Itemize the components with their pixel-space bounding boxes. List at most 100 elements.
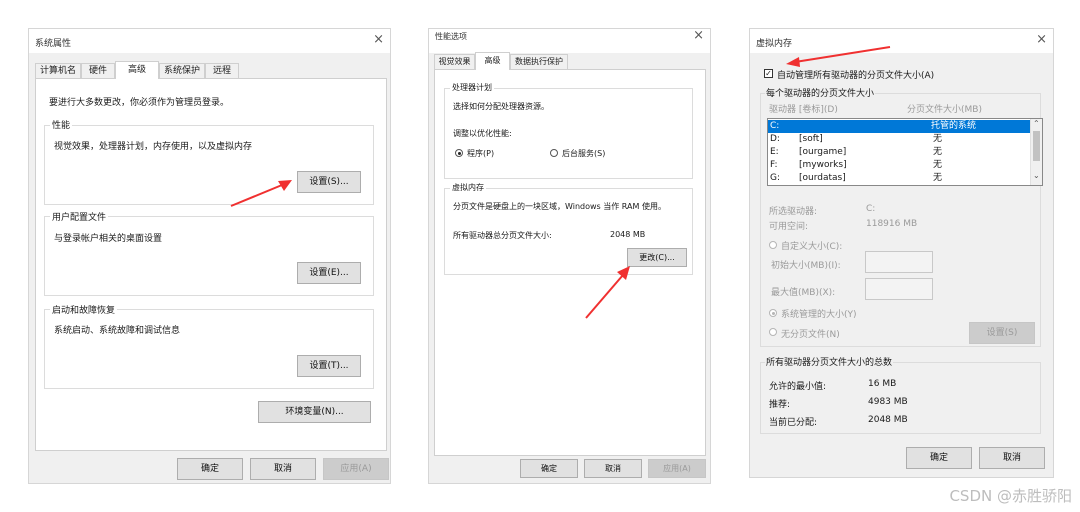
- drive-letter: D:: [770, 134, 780, 144]
- ok-button[interactable]: 确定: [177, 458, 243, 480]
- processor-scheduling-desc: 选择如何分配处理器资源。: [453, 102, 549, 111]
- system-managed-label: 系统管理的大小(Y): [781, 310, 857, 320]
- radio-custom-size[interactable]: [769, 241, 777, 249]
- list-item[interactable]: E: [ourgame] 无: [768, 146, 1030, 159]
- ok-button[interactable]: 确定: [520, 459, 578, 478]
- auto-manage-checkbox[interactable]: ✓: [764, 69, 773, 78]
- drive-label: [myworks]: [799, 160, 847, 170]
- window-title: 性能选项: [435, 32, 467, 41]
- drive-label: [soft]: [799, 134, 823, 144]
- user-profiles-group: [44, 216, 374, 296]
- col-size-header: 分页文件大小(MB): [907, 105, 982, 115]
- apply-button[interactable]: 应用(A): [323, 458, 389, 480]
- scroll-up-icon[interactable]: ⌃: [1033, 119, 1040, 128]
- drive-letter: E:: [770, 147, 779, 157]
- drive-size: 无: [933, 134, 943, 144]
- user-profiles-desc: 与登录帐户相关的桌面设置: [54, 234, 163, 244]
- close-icon[interactable]: ×: [373, 32, 384, 48]
- tab-computer-name[interactable]: 计算机名: [35, 63, 81, 78]
- performance-options-window: 性能选项 × 视觉效果 高级 数据执行保护 处理器计划 选择如何分配处理器资源。…: [428, 28, 711, 484]
- recommended-value: 4983 MB: [868, 397, 908, 407]
- auto-manage-label: 自动管理所有驱动器的分页文件大小(A): [777, 71, 935, 81]
- title-bar: 系统属性 ×: [29, 29, 390, 53]
- max-size-input[interactable]: [865, 278, 933, 300]
- performance-settings-button[interactable]: 设置(S)...: [297, 171, 361, 193]
- startup-recovery-settings-button[interactable]: 设置(T)...: [297, 355, 361, 377]
- close-icon[interactable]: ×: [1036, 32, 1047, 48]
- tab-page: 要进行大多数更改，你必须作为管理员登录。 性能 视觉效果，处理器计划，内存使用，…: [35, 78, 387, 451]
- radio-background-label: 后台服务(S): [562, 149, 606, 158]
- startup-recovery-group: [44, 309, 374, 389]
- drive-size: 无: [933, 173, 943, 183]
- drive-size: 无: [933, 147, 943, 157]
- virtual-memory-total-value: 2048 MB: [610, 230, 646, 239]
- list-item[interactable]: C: 托管的系统: [768, 120, 1030, 133]
- change-button[interactable]: 更改(C)...: [627, 248, 687, 267]
- recommended-label: 推荐:: [769, 400, 791, 410]
- tab-visual-effects[interactable]: 视觉效果: [434, 54, 475, 69]
- no-paging-file-label: 无分页文件(N): [781, 330, 840, 340]
- tab-hardware[interactable]: 硬件: [81, 63, 115, 78]
- max-size-label: 最大值(MB)(X):: [771, 288, 836, 298]
- initial-size-label: 初始大小(MB)(I):: [771, 261, 841, 271]
- processor-scheduling-title: 处理器计划: [450, 82, 494, 93]
- tab-data-execution-prevention[interactable]: 数据执行保护: [510, 54, 568, 69]
- allocated-value: 2048 MB: [868, 415, 908, 425]
- system-properties-window: 系统属性 × 计算机名 硬件 高级 系统保护 远程 要进行大多数更改，你必须作为…: [28, 28, 391, 484]
- radio-system-managed[interactable]: [769, 309, 777, 317]
- initial-size-input[interactable]: [865, 251, 933, 273]
- free-space-value: 118916 MB: [866, 219, 918, 229]
- free-space-label: 可用空间:: [769, 222, 809, 232]
- close-icon[interactable]: ×: [693, 28, 704, 44]
- title-bar: 性能选项 ×: [429, 28, 710, 53]
- tab-system-protection[interactable]: 系统保护: [159, 63, 205, 78]
- startup-recovery-desc: 系统启动、系统故障和调试信息: [54, 326, 181, 336]
- list-scrollbar[interactable]: ⌃ ⌄: [1030, 119, 1042, 185]
- tab-advanced[interactable]: 高级: [475, 52, 510, 70]
- user-profiles-title: 用户配置文件: [50, 210, 109, 223]
- user-profiles-settings-button[interactable]: 设置(E)...: [297, 262, 361, 284]
- performance-desc: 视觉效果，处理器计划，内存使用，以及虚拟内存: [54, 142, 253, 152]
- list-item[interactable]: F: [myworks] 无: [768, 159, 1030, 172]
- cancel-button[interactable]: 取消: [979, 447, 1045, 469]
- apply-button[interactable]: 应用(A): [648, 459, 706, 478]
- tab-strip: 计算机名 硬件 高级 系统保护 远程: [35, 61, 335, 79]
- watermark: CSDN @赤胜骄阳: [949, 487, 1072, 505]
- totals-title: 所有驱动器分页文件大小的总数: [765, 355, 894, 368]
- performance-group: [44, 125, 374, 205]
- min-size-label: 允许的最小值:: [769, 382, 827, 392]
- cancel-button[interactable]: 取消: [250, 458, 316, 480]
- environment-variables-button[interactable]: 环境变量(N)...: [258, 401, 371, 423]
- scroll-down-icon[interactable]: ⌄: [1033, 171, 1040, 180]
- admin-notice: 要进行大多数更改，你必须作为管理员登录。: [49, 98, 230, 108]
- virtual-memory-window: 虚拟内存 × ✓ 自动管理所有驱动器的分页文件大小(A) 每个驱动器的分页文件大…: [749, 28, 1054, 478]
- window-title: 虚拟内存: [756, 39, 793, 49]
- selected-drive-label: 所选驱动器:: [769, 207, 818, 217]
- set-button[interactable]: 设置(S): [969, 322, 1035, 344]
- radio-background-services[interactable]: [550, 149, 558, 157]
- drive-size: 托管的系统: [931, 121, 977, 131]
- custom-size-label: 自定义大小(C):: [781, 242, 843, 252]
- ok-button[interactable]: 确定: [906, 447, 972, 469]
- tab-advanced[interactable]: 高级: [115, 61, 159, 79]
- radio-programs-label: 程序(P): [467, 149, 495, 158]
- scroll-thumb[interactable]: [1033, 131, 1040, 161]
- drive-letter: F:: [770, 160, 778, 170]
- list-item[interactable]: D: [soft] 无: [768, 133, 1030, 146]
- list-item[interactable]: G: [ourdatas] 无: [768, 172, 1030, 185]
- cancel-button[interactable]: 取消: [584, 459, 642, 478]
- tab-strip: 视觉效果 高级 数据执行保护: [434, 52, 654, 70]
- per-drive-title: 每个驱动器的分页文件大小: [765, 86, 876, 99]
- drive-letter: G:: [770, 173, 781, 183]
- drive-size: 无: [933, 160, 943, 170]
- drive-list[interactable]: C: 托管的系统 D: [soft] 无 E: [ourgame] 无 F: […: [767, 118, 1043, 186]
- virtual-memory-total-label: 所有驱动器总分页文件大小:: [453, 231, 552, 240]
- radio-programs[interactable]: [455, 149, 463, 157]
- adjust-for-label: 调整以优化性能:: [453, 129, 512, 138]
- drive-letter: C:: [770, 121, 780, 131]
- radio-no-paging-file[interactable]: [769, 328, 777, 336]
- performance-title: 性能: [50, 118, 73, 131]
- title-bar: 虚拟内存 ×: [750, 29, 1053, 53]
- tab-remote[interactable]: 远程: [205, 63, 239, 78]
- col-drive-header: 驱动器 [卷标](D): [769, 105, 838, 115]
